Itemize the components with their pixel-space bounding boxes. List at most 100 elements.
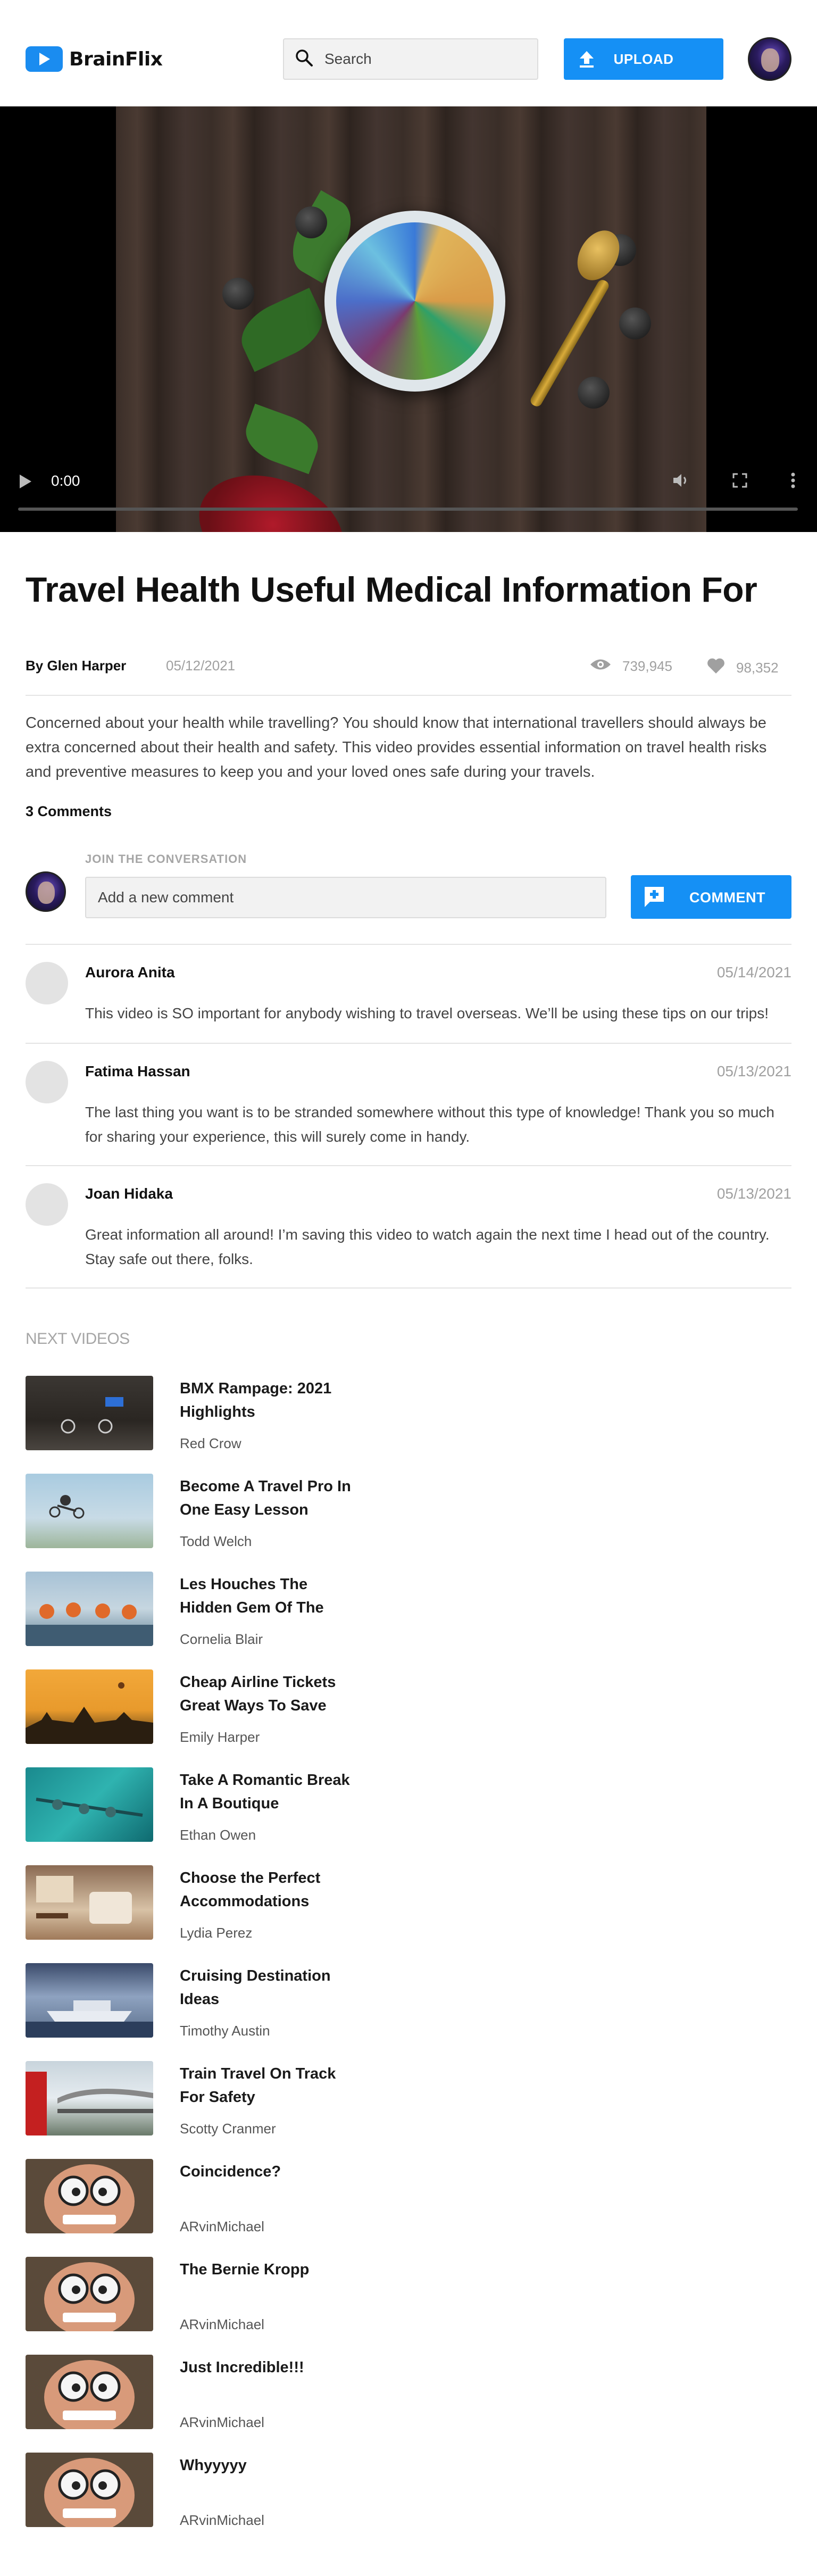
next-video-title[interactable]: Become A Travel Pro In One Easy Lesson	[180, 1475, 355, 1522]
next-video-item[interactable]: Train Travel On Track For Safety Scotty …	[26, 2061, 398, 2137]
next-video-channel: Cornelia Blair	[180, 1631, 263, 1647]
next-video-item[interactable]: Just Incredible!!! ARvinMichael	[26, 2355, 398, 2430]
play-logo-icon	[26, 46, 63, 72]
comment-item: Fatima Hassan 05/13/2021 The last thing …	[26, 1061, 791, 1162]
views-count: 739,945	[622, 658, 672, 674]
video-thumbnail[interactable]	[26, 1865, 153, 1940]
next-video-channel: ARvinMichael	[180, 2316, 264, 2332]
comment-input[interactable]	[85, 877, 606, 918]
video-controls	[672, 472, 796, 491]
form-divider	[26, 944, 791, 945]
comment-text: The last thing you want is to be strande…	[85, 1104, 774, 1145]
comment-form-label: JOIN THE CONVERSATION	[85, 852, 247, 866]
next-video-item[interactable]: Whyyyyy ARvinMichael	[26, 2453, 398, 2528]
next-video-title[interactable]: Cheap Airline Tickets Great Ways To Save	[180, 1671, 355, 1717]
next-video-title[interactable]: Choose the Perfect Accommodations	[180, 1866, 355, 1913]
video-thumbnail[interactable]	[26, 1376, 153, 1450]
comments-count: 3 Comments	[26, 803, 112, 819]
comment-divider	[26, 1165, 791, 1166]
add-comment-icon	[643, 886, 666, 912]
next-video-channel: ARvinMichael	[180, 2414, 264, 2430]
comment-item: Aurora Anita 05/14/2021 This video is SO…	[26, 962, 791, 1042]
more-options-icon[interactable]	[790, 472, 796, 491]
heart-icon[interactable]	[706, 658, 726, 678]
video-thumbnail[interactable]	[26, 2061, 153, 2135]
next-video-item[interactable]: Cheap Airline Tickets Great Ways To Save…	[26, 1669, 398, 1745]
views-stat: 739,945	[589, 658, 672, 675]
next-video-channel: ARvinMichael	[180, 2218, 264, 2234]
search-box[interactable]	[283, 38, 538, 80]
user-avatar[interactable]	[748, 37, 791, 81]
search-input[interactable]	[324, 51, 527, 68]
search-icon	[295, 48, 314, 70]
comment-date: 05/13/2021	[716, 1063, 791, 1079]
video-date: 05/12/2021	[166, 658, 236, 674]
video-description: Concerned about your health while travel…	[26, 714, 767, 780]
comment-button[interactable]: COMMENT	[631, 875, 791, 919]
likes-count: 98,352	[736, 660, 779, 676]
next-video-item[interactable]: Become A Travel Pro In One Easy Lesson T…	[26, 1474, 398, 1549]
next-video-title[interactable]: Les Houches The Hidden Gem Of The	[180, 1573, 355, 1619]
meta-divider	[26, 695, 791, 696]
volume-icon[interactable]	[672, 472, 689, 491]
next-video-item[interactable]: Cruising Destination Ideas Timothy Austi…	[26, 1963, 398, 2039]
video-thumbnail[interactable]	[26, 2453, 153, 2527]
eye-icon	[589, 658, 612, 675]
fullscreen-icon[interactable]	[732, 472, 748, 491]
next-video-title[interactable]: Cruising Destination Ideas	[180, 1964, 355, 2011]
upload-button[interactable]: UPLOAD	[564, 38, 723, 80]
video-thumbnail[interactable]	[26, 2257, 153, 2331]
comment-divider	[26, 1287, 791, 1289]
next-video-channel: Red Crow	[180, 1435, 241, 1451]
next-video-title[interactable]: Train Travel On Track For Safety	[180, 2062, 355, 2109]
comment-avatar	[26, 962, 68, 1004]
video-author: By Glen Harper	[26, 658, 127, 674]
video-thumbnail[interactable]	[26, 1767, 153, 1842]
video-progress-bar[interactable]	[18, 508, 798, 511]
comment-item: Joan Hidaka 05/13/2021 Great information…	[26, 1183, 791, 1284]
next-video-channel: ARvinMichael	[180, 2512, 264, 2528]
next-video-title[interactable]: BMX Rampage: 2021 Highlights	[180, 1377, 355, 1424]
next-video-channel: Timothy Austin	[180, 2023, 270, 2039]
comment-button-label: COMMENT	[689, 890, 765, 905]
next-video-title[interactable]: Whyyyyy	[180, 2454, 355, 2477]
next-video-channel: Emily Harper	[180, 1729, 260, 1745]
video-thumbnail[interactable]	[26, 1572, 153, 1646]
upload-label: UPLOAD	[613, 51, 674, 67]
next-video-item[interactable]: The Bernie Kropp ARvinMichael	[26, 2257, 398, 2332]
video-thumbnail[interactable]	[26, 1474, 153, 1548]
comment-avatar	[26, 1183, 68, 1226]
site-header: BrainFlix UPLOAD	[0, 0, 817, 106]
next-video-title[interactable]: Just Incredible!!!	[180, 2356, 355, 2379]
next-video-channel: Ethan Owen	[180, 1827, 256, 1843]
comment-text: This video is SO important for anybody w…	[85, 1005, 769, 1021]
next-video-item[interactable]: BMX Rampage: 2021 Highlights Red Crow	[26, 1376, 398, 1451]
brand-logo[interactable]: BrainFlix	[26, 46, 163, 72]
next-videos-heading: NEXT VIDEOS	[26, 1330, 130, 1348]
comment-author: Aurora Anita	[85, 964, 175, 980]
comment-author: Joan Hidaka	[85, 1185, 173, 1202]
video-thumbnail[interactable]	[26, 1963, 153, 2038]
next-video-title[interactable]: Coincidence?	[180, 2160, 355, 2183]
play-icon[interactable]	[18, 473, 33, 492]
comment-avatar	[26, 1061, 68, 1103]
next-video-channel: Lydia Perez	[180, 1925, 253, 1941]
likes-stat[interactable]: 98,352	[706, 658, 779, 678]
brand-name: BrainFlix	[69, 48, 163, 70]
video-thumbnail[interactable]	[26, 2159, 153, 2233]
next-video-item[interactable]: Les Houches The Hidden Gem Of The Cornel…	[26, 1572, 398, 1647]
commenter-avatar	[26, 871, 66, 912]
next-video-title[interactable]: The Bernie Kropp	[180, 2258, 355, 2281]
video-player[interactable]: 0:00	[0, 106, 817, 532]
next-video-item[interactable]: Coincidence? ARvinMichael	[26, 2159, 398, 2234]
next-video-item[interactable]: Take A Romantic Break In A Boutique Etha…	[26, 1767, 398, 1843]
video-time: 0:00	[51, 472, 80, 489]
next-video-channel: Scotty Cranmer	[180, 2121, 276, 2137]
video-thumbnail[interactable]	[26, 2355, 153, 2429]
comment-text: Great information all around! I’m saving…	[85, 1226, 770, 1267]
next-video-item[interactable]: Choose the Perfect Accommodations Lydia …	[26, 1865, 398, 1941]
video-thumbnail[interactable]	[26, 1669, 153, 1744]
comment-divider	[26, 1043, 791, 1044]
video-title: Travel Health Useful Medical Information…	[26, 570, 757, 609]
next-video-title[interactable]: Take A Romantic Break In A Boutique	[180, 1768, 355, 1815]
